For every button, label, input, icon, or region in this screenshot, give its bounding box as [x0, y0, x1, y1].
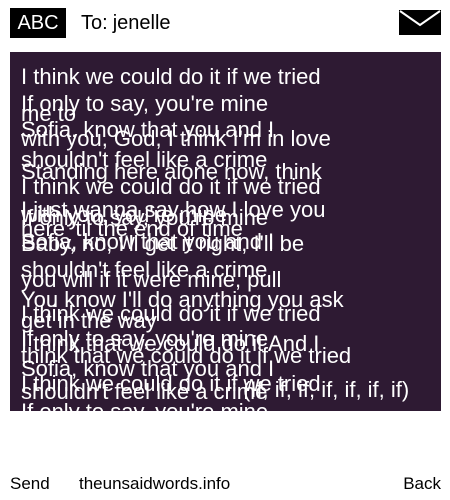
- input-mode-indicator[interactable]: ABC: [10, 8, 66, 38]
- site-link[interactable]: theunsaidwords.info: [79, 473, 230, 495]
- message-body[interactable]: I think we could do it if we tried If on…: [10, 52, 441, 411]
- envelope-icon: [399, 10, 441, 35]
- message-line: (If, if, if, if, if, if, if): [243, 377, 410, 402]
- send-button[interactable]: Send: [10, 473, 50, 495]
- back-button[interactable]: Back: [403, 473, 441, 495]
- to-label: To:: [81, 12, 108, 34]
- message-line: If only to say, you're mine: [21, 401, 268, 412]
- message-line: Baby, no, I'll get it right, I'll be: [21, 231, 305, 256]
- message-line: I think we could do it if we tried: [21, 174, 321, 199]
- header-bar: ABC To: jenelle: [0, 0, 450, 46]
- message-line: I think we could do it if we tried: [21, 64, 321, 89]
- recipient-name: jenelle: [112, 12, 171, 34]
- recipient-field[interactable]: To: jenelle: [81, 8, 171, 38]
